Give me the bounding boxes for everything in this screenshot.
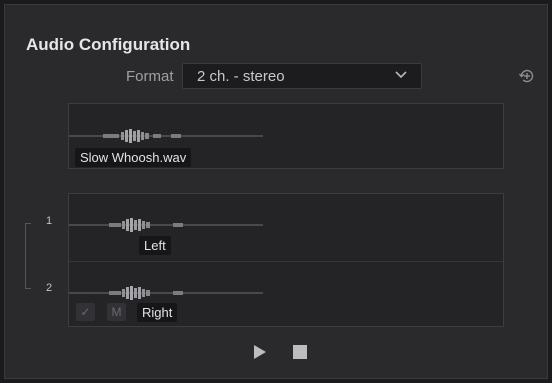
channels-box: Left ✓ M Right bbox=[68, 193, 504, 327]
panel-title: Audio Configuration bbox=[26, 35, 191, 54]
channel-enable-checkbox[interactable]: ✓ bbox=[76, 303, 95, 321]
stop-icon[interactable] bbox=[293, 345, 307, 359]
source-clip-box: Slow Whoosh.wav bbox=[68, 103, 504, 169]
channel-mute-button[interactable]: M bbox=[107, 303, 126, 321]
channel-number: 2 bbox=[46, 282, 53, 294]
channel-number: 1 bbox=[46, 215, 53, 227]
channel-waveform bbox=[69, 218, 263, 232]
channel-divider bbox=[69, 261, 503, 262]
format-dropdown[interactable]: 2 ch. - stereo bbox=[182, 63, 422, 89]
chevron-down-icon bbox=[395, 71, 407, 79]
reset-history-icon[interactable] bbox=[518, 67, 536, 85]
channel-label: Left bbox=[139, 236, 171, 255]
audio-configuration-panel: Audio Configuration Format 2 ch. - stere… bbox=[4, 4, 548, 379]
channel-link-bracket bbox=[25, 223, 26, 289]
format-label: Format bbox=[126, 68, 174, 85]
format-selected-value: 2 ch. - stereo bbox=[197, 68, 285, 85]
channel-waveform bbox=[69, 286, 263, 300]
play-icon[interactable] bbox=[253, 345, 267, 359]
source-clip-name: Slow Whoosh.wav bbox=[75, 148, 192, 167]
source-waveform bbox=[69, 129, 263, 143]
channel-label: Right bbox=[137, 303, 178, 322]
